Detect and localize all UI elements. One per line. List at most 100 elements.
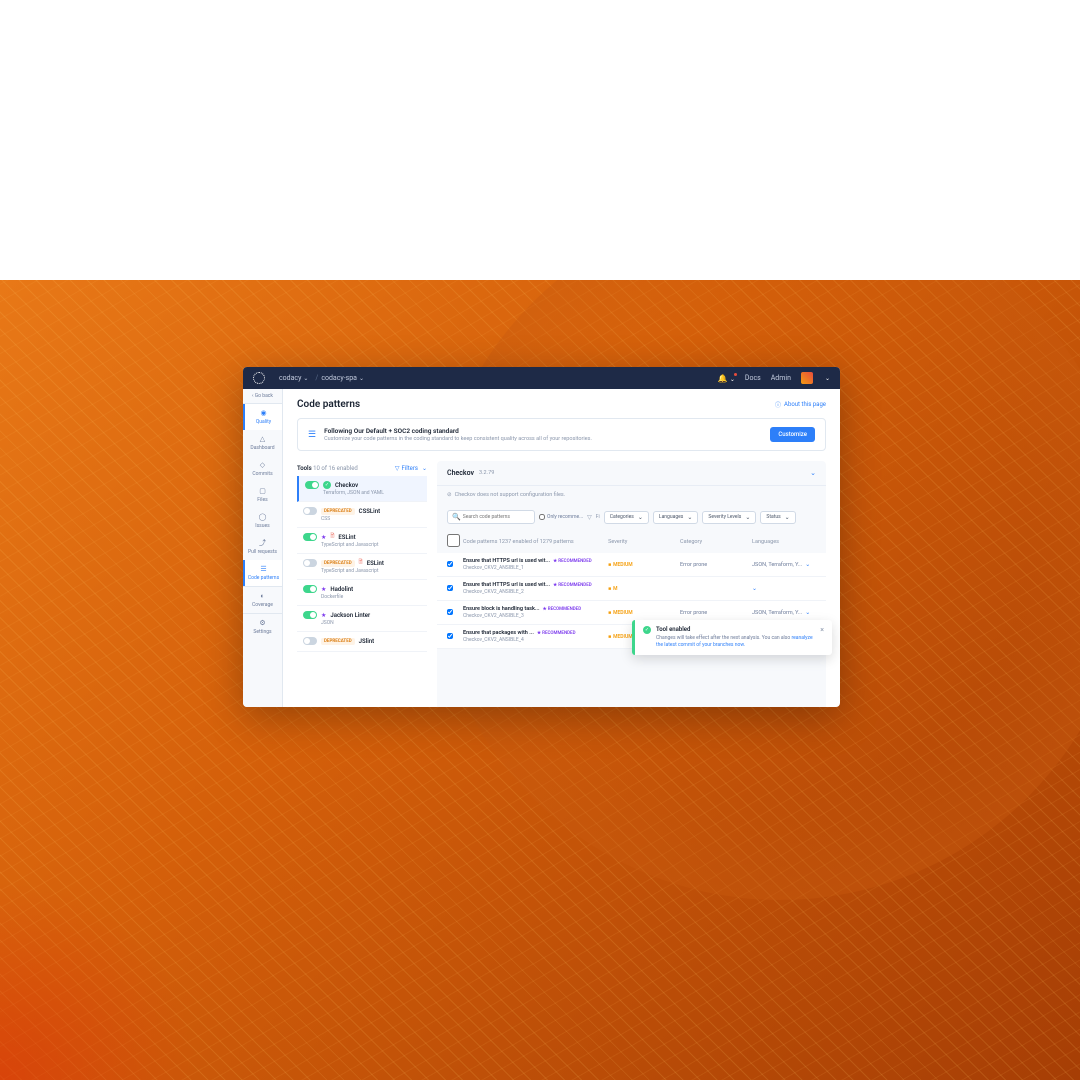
severity-level: MEDIUM [613, 634, 633, 640]
admin-link[interactable]: Admin [771, 374, 791, 382]
tool-languages: TypeScript and Javascript [321, 542, 421, 548]
pattern-row[interactable]: Ensure that HTTPS url is used wit... ★ R… [437, 553, 826, 577]
col-patterns: Code patterns [463, 539, 497, 545]
categories-dropdown[interactable]: Categories⌄ [604, 511, 649, 524]
detail-panel: Checkov 3.2.79 ⌄ ⊘Checkov does not suppo… [437, 461, 826, 707]
avatar[interactable] [801, 372, 813, 384]
docs-link[interactable]: Docs [745, 374, 761, 382]
file-icon: 🗎 [330, 533, 334, 541]
breadcrumb-repo[interactable]: codacy-spa⌄ [321, 374, 364, 382]
coverage-icon: ◐ [259, 592, 267, 600]
tool-name: JSlint [359, 638, 375, 645]
tool-toggle[interactable] [303, 559, 317, 567]
sidebar-item-settings[interactable]: ⚙Settings [243, 613, 282, 640]
tools-panel: Tools 10 of 16 enabled ▽Filters⌄ ✓Checko… [297, 461, 427, 707]
severity-icon: ■ [608, 610, 611, 616]
go-back-link[interactable]: ‹ Go back [243, 389, 282, 404]
pattern-category: Error prone [680, 610, 744, 616]
sidebar-item-files[interactable]: ▢Files [243, 482, 282, 508]
tool-toggle[interactable] [303, 611, 317, 619]
sidebar-item-commits[interactable]: ◇Commits [243, 456, 282, 482]
tool-toggle[interactable] [303, 637, 317, 645]
sidebar-item-code-patterns[interactable]: ☰Code patterns [243, 560, 282, 586]
tool-toggle[interactable] [305, 481, 319, 489]
sidebar-item-quality[interactable]: ◉Quality [243, 404, 282, 430]
pattern-checkbox[interactable] [447, 561, 453, 567]
pattern-checkbox[interactable] [447, 585, 453, 591]
tool-item[interactable]: DEPRECATEDCSSLintCSS [297, 502, 427, 528]
detail-title: Checkov [447, 469, 474, 477]
pattern-checkbox[interactable] [447, 633, 453, 639]
banner-description: Customize your code patterns in the codi… [324, 436, 762, 442]
tool-item[interactable]: ✓CheckovTerraform, JSON and YAML [297, 476, 427, 502]
check-icon: ✓ [323, 481, 331, 489]
sidebar-item-pull-requests[interactable]: ⤴Pull requests [243, 534, 282, 560]
pr-icon: ⤴ [259, 539, 267, 547]
issues-icon: ◯ [259, 513, 267, 521]
pattern-title: Ensure that HTTPS url is used wit... ★ R… [463, 558, 600, 564]
tool-toggle[interactable] [303, 533, 317, 541]
logo-icon [253, 372, 265, 384]
tool-item[interactable]: ★HadolintDockerfile [297, 580, 427, 606]
status-dropdown[interactable]: Status⌄ [760, 511, 795, 524]
banner-title: Following Our Default + SOC2 coding stan… [324, 427, 762, 435]
sidebar-item-coverage[interactable]: ◐Coverage [243, 586, 282, 613]
close-icon[interactable]: × [820, 626, 824, 649]
about-page-link[interactable]: ⓘAbout this page [775, 400, 826, 409]
info-icon: ⊘ [447, 492, 452, 498]
severity-icon: ■ [608, 562, 611, 568]
tool-item[interactable]: ★🗎ESLintTypeScript and Javascript [297, 528, 427, 554]
pattern-id: Checkov_CKV2_ANSIBLE_3 [463, 613, 600, 619]
expand-icon[interactable]: ⌄ [810, 469, 816, 477]
sort-icon[interactable]: ▽ [587, 514, 592, 521]
col-severity: Severity [608, 539, 672, 545]
chevron-down-icon[interactable]: ⌄ [805, 609, 810, 616]
only-recommended-checkbox[interactable]: Only recomme... [539, 514, 583, 520]
pattern-title: Ensure that packages with ... ★ RECOMMEN… [463, 630, 600, 636]
pattern-id: Checkov_CKV2_ANSIBLE_1 [463, 565, 600, 571]
pattern-row[interactable]: Ensure that HTTPS url is used wit... ★ R… [437, 577, 826, 601]
tool-name: ESLint [338, 534, 355, 541]
severity-icon: ■ [608, 634, 611, 640]
tool-languages: CSS [321, 516, 421, 522]
select-all-checkbox[interactable] [447, 534, 460, 547]
pattern-id: Checkov_CKV2_ANSIBLE_4 [463, 637, 600, 643]
customize-button[interactable]: Customize [770, 427, 815, 442]
sidebar-item-issues[interactable]: ◯Issues [243, 508, 282, 534]
pattern-category: Error prone [680, 562, 744, 568]
settings-icon: ⚙ [259, 619, 267, 627]
recommended-badge: ★ RECOMMENDED [553, 583, 592, 588]
chevron-down-icon[interactable]: ⌄ [752, 585, 757, 592]
tool-languages: JSON [321, 620, 421, 626]
pattern-title: Ensure that HTTPS url is used wit... ★ R… [463, 582, 600, 588]
notifications-icon[interactable]: 🔔⌄ [718, 374, 735, 383]
toast-notification: ✓ Tool enabled Changes will take effect … [632, 620, 832, 655]
recommended-badge: ★ RECOMMENDED [537, 631, 576, 636]
tool-item[interactable]: ★Jackson LinterJSON [297, 606, 427, 632]
coding-standard-banner: ☰ Following Our Default + SOC2 coding st… [297, 418, 826, 451]
chevron-down-icon[interactable]: ⌄ [805, 561, 810, 568]
pattern-checkbox[interactable] [447, 609, 453, 615]
filters-button[interactable]: ▽Filters⌄ [395, 465, 427, 472]
tool-name: CSSLint [359, 508, 380, 515]
toast-description: Changes will take effect after the next … [656, 635, 815, 649]
filter-icon: ▽ [395, 465, 400, 472]
sidebar-item-dashboard[interactable]: △Dashboard [243, 430, 282, 456]
tool-item[interactable]: DEPRECATEDJSlint [297, 632, 427, 652]
chevron-down-icon[interactable]: ⌄ [825, 375, 830, 382]
breadcrumb-org[interactable]: codacy⌄ [279, 374, 308, 382]
tool-toggle[interactable] [303, 585, 317, 593]
pattern-count: 1237 enabled of 1279 patterns [499, 539, 574, 545]
tool-item[interactable]: DEPRECATED🗎ESLintTypeScript and Javascri… [297, 554, 427, 580]
list-icon: ☰ [308, 430, 316, 440]
detail-version: 3.2.79 [479, 470, 494, 476]
languages-dropdown[interactable]: Languages⌄ [653, 511, 699, 524]
pattern-title: Ensure block is handling task... ★ RECOM… [463, 606, 600, 612]
severity-level: M [613, 586, 617, 592]
search-input[interactable]: 🔍 [447, 510, 535, 524]
topbar: codacy⌄ / codacy-spa⌄ 🔔⌄ Docs Admin ⌄ [243, 367, 840, 389]
pattern-id: Checkov_CKV2_ANSIBLE_2 [463, 589, 600, 595]
tool-name: ESLint [367, 560, 384, 567]
severity-dropdown[interactable]: Severity Levels⌄ [702, 511, 756, 524]
tool-toggle[interactable] [303, 507, 317, 515]
